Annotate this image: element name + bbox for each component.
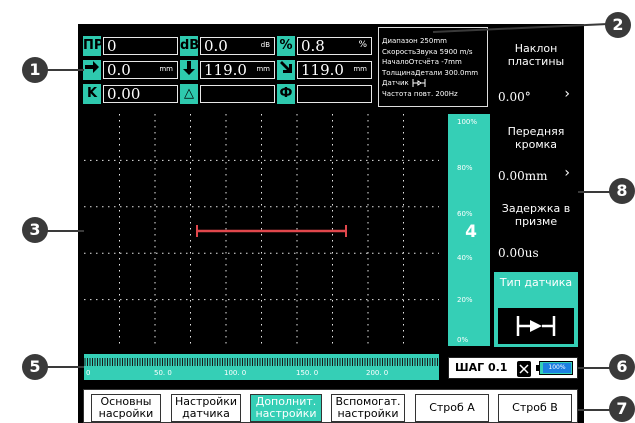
param-label: % — [277, 36, 295, 56]
incline-value: 0.00° — [498, 90, 531, 104]
callout-7: 7 — [609, 396, 635, 422]
param-cell[interactable]: K 0.00 — [83, 84, 178, 104]
callout-6: 6 — [609, 354, 635, 380]
param-value — [297, 85, 372, 103]
info-line: Частота повт. 200Hz — [382, 89, 458, 98]
param-label: ПР — [83, 36, 103, 56]
param-cell[interactable]: △ — [180, 84, 275, 104]
menu-auxiliary-settings[interactable]: Вспомогат. настройки — [331, 394, 405, 422]
param-cell[interactable]: Ф — [277, 84, 372, 104]
param-value — [200, 85, 275, 103]
menu-gate-a[interactable]: Строб А — [415, 394, 489, 422]
bottom-menu: Основны насройки Настройки датчика Допол… — [83, 389, 578, 423]
callout-2-line — [432, 23, 609, 33]
param-value: 0.0 — [204, 37, 228, 55]
menu-probe-settings[interactable]: Настройки датчика — [171, 394, 241, 422]
step-label: ШАГ 0.1 — [455, 361, 508, 374]
param-cell[interactable]: 119.0 mm — [180, 60, 275, 80]
arrow-diagonal-icon — [277, 60, 295, 80]
probe-type-icon — [516, 316, 556, 336]
front-edge-value: 0.00mm — [498, 169, 548, 183]
chevron-right-icon: › — [564, 165, 570, 181]
param-cell[interactable]: % 0.8% — [277, 36, 372, 56]
callout-4: 4 — [458, 219, 484, 245]
chevron-right-icon: › — [564, 86, 570, 102]
param-value: 0.00 — [103, 85, 178, 103]
param-cell[interactable]: dB 0.0 dB — [180, 36, 275, 56]
menu-gate-b[interactable]: Строб В — [498, 394, 572, 422]
param-cell[interactable]: ПР 0 — [83, 36, 178, 56]
info-line: ТолщинаДетали 300.0mm — [382, 68, 479, 77]
wedge-delay-value: 0.00us — [498, 246, 539, 260]
battery-level: 100% — [543, 363, 571, 373]
depth-label: 200. 0 — [366, 369, 389, 377]
amplitude-tick: 0% — [457, 336, 469, 344]
param-label: K — [83, 84, 101, 104]
amplitude-tick: 60% — [457, 210, 473, 218]
info-line: НачалоОтсчёта -7mm — [382, 58, 462, 66]
param-cell[interactable]: 119.0 mm — [277, 60, 372, 80]
callout-1: 1 — [22, 57, 48, 83]
wedge-delay-title: Задержка в призме — [501, 202, 571, 228]
a-scan-display[interactable] — [84, 114, 439, 346]
param-value: 0 — [103, 37, 178, 55]
param-unit: mm — [353, 65, 367, 73]
status-box: ШАГ 0.1 100% — [448, 357, 578, 379]
depth-scale-ticks — [84, 358, 438, 366]
depth-label: 0 — [86, 369, 91, 377]
parameter-grid: ПР 0 dB 0.0 dB % 0.8% 0.0 mm 119.0 mm 119.0… — [83, 33, 373, 107]
param-unit: dB — [260, 41, 270, 49]
param-cell[interactable]: 0.0 mm — [83, 60, 178, 80]
menu-additional-settings[interactable]: Дополнит. настройки — [250, 394, 322, 422]
front-edge-title: Передняя кромка — [507, 125, 565, 151]
info-line: СкоростьЗвука 5900 m/s — [382, 47, 473, 56]
param-label: Ф — [277, 84, 295, 104]
probe-type-title: Тип датчика — [499, 276, 573, 289]
incline-panel[interactable]: Наклон пластины 0.00° › — [494, 28, 578, 109]
battery-icon: 100% — [536, 361, 573, 375]
info-line: Датчик — [382, 78, 484, 89]
probe-status-icon — [517, 361, 531, 377]
amplitude-tick: 100% — [457, 118, 478, 126]
param-label: dB — [180, 36, 199, 56]
param-value: 0.8 — [301, 37, 325, 55]
probe-type-panel[interactable]: Тип датчика — [494, 272, 578, 347]
depth-label: 150. 0 — [296, 369, 319, 377]
arrow-down-icon — [180, 60, 198, 80]
arrow-right-icon — [83, 60, 101, 80]
probe-symbol-box — [498, 308, 574, 344]
callout-8: 8 — [609, 178, 635, 204]
amplitude-tick: 40% — [457, 254, 473, 262]
gate-a-marker[interactable] — [196, 225, 347, 237]
param-unit: mm — [159, 65, 173, 73]
probe-icon — [412, 79, 426, 87]
depth-scale: 0 50. 0 100. 0 150. 0 200. 0 — [84, 354, 439, 380]
incline-title: Наклон пластины — [507, 42, 565, 68]
param-value: 119.0 — [301, 61, 344, 79]
wedge-delay-panel[interactable]: Задержка в призме 0.00us — [494, 194, 578, 268]
amplitude-tick: 80% — [457, 164, 473, 172]
depth-label: 100. 0 — [224, 369, 247, 377]
triangle-icon: △ — [180, 84, 198, 104]
param-unit: % — [358, 40, 367, 50]
amplitude-tick: 20% — [457, 296, 473, 304]
param-value: 0.0 — [107, 61, 131, 79]
callout-2: 2 — [605, 12, 631, 38]
param-value: 119.0 — [204, 61, 247, 79]
callout-3: 3 — [22, 217, 48, 243]
menu-basic-settings[interactable]: Основны насройки — [91, 394, 161, 422]
depth-label: 50. 0 — [154, 369, 172, 377]
callout-5: 5 — [22, 354, 48, 380]
front-edge-panel[interactable]: Передняя кромка 0.00mm › — [494, 113, 578, 190]
param-unit: mm — [256, 65, 270, 73]
